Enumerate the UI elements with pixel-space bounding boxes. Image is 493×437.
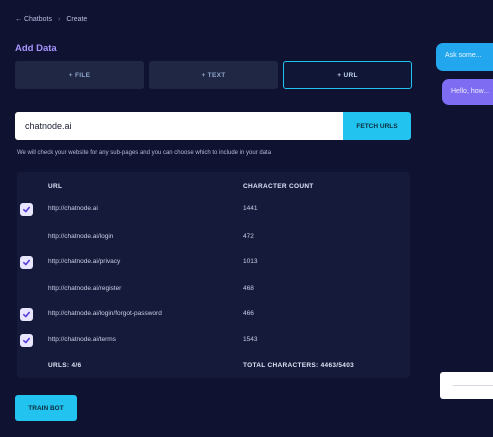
row-url: http://chatnode.ai/terms <box>48 336 116 343</box>
chat-bot-message: Hello, how... <box>442 79 493 105</box>
breadcrumb-current: Create <box>66 16 88 23</box>
breadcrumb-separator: › <box>57 16 61 23</box>
breadcrumb: ← Chatbots › Create <box>15 16 87 23</box>
checkmark-icon <box>22 206 31 213</box>
fetch-hint: We will check your website for any sub-p… <box>17 150 272 156</box>
row-character-count: 1543 <box>243 336 258 343</box>
url-input[interactable] <box>15 112 343 140</box>
row-character-count: 1441 <box>243 205 258 212</box>
table-row: http://chatnode.ai/privacy 1013 <box>0 256 420 270</box>
row-checkbox[interactable] <box>20 334 33 347</box>
total-characters: TOTAL CHARACTERS: 4463/5403 <box>243 362 355 369</box>
data-source-tabs: + FILE + TEXT + URL <box>15 61 412 89</box>
row-url: http://chatnode.ai/login/forgot-password <box>48 310 162 317</box>
column-header-character-count: CHARACTER COUNT <box>243 183 314 190</box>
row-url: http://chatnode.ai/login <box>48 233 114 240</box>
table-row: http://chatnode.ai/register 468 <box>0 283 420 297</box>
table-row: http://chatnode.ai 1441 <box>0 203 420 217</box>
tab-url[interactable]: + URL <box>283 61 412 89</box>
row-url: http://chatnode.ai <box>48 205 98 212</box>
tab-text[interactable]: + TEXT <box>149 61 278 89</box>
row-checkbox[interactable] <box>20 308 33 321</box>
table-row: http://chatnode.ai/login/forgot-password… <box>0 308 420 322</box>
page-title: Add Data <box>15 43 57 54</box>
checkmark-icon <box>22 259 31 266</box>
urls-selected-count: URLS: 4/6 <box>48 362 82 369</box>
checkmark-icon <box>22 337 31 344</box>
chat-input-line <box>453 385 493 386</box>
row-url: http://chatnode.ai/privacy <box>48 258 121 265</box>
fetch-urls-button[interactable]: FETCH URLS <box>343 112 411 140</box>
row-character-count: 1013 <box>243 258 258 265</box>
row-character-count: 472 <box>243 233 254 240</box>
chat-user-message: Ask some... <box>436 43 493 71</box>
tab-file[interactable]: + FILE <box>15 61 144 89</box>
train-bot-button[interactable]: TRAIN BOT <box>15 395 77 421</box>
breadcrumb-back-link[interactable]: ← Chatbots <box>15 16 52 23</box>
row-checkbox[interactable] <box>20 256 33 269</box>
column-header-url: URL <box>48 183 63 190</box>
checkmark-icon <box>22 311 31 318</box>
row-url: http://chatnode.ai/register <box>48 285 122 292</box>
url-row: FETCH URLS <box>15 112 411 140</box>
table-row: http://chatnode.ai/login 472 <box>0 231 420 245</box>
table-row: http://chatnode.ai/terms 1543 <box>0 334 420 348</box>
row-character-count: 468 <box>243 285 254 292</box>
row-character-count: 466 <box>243 310 254 317</box>
row-checkbox[interactable] <box>20 203 33 216</box>
